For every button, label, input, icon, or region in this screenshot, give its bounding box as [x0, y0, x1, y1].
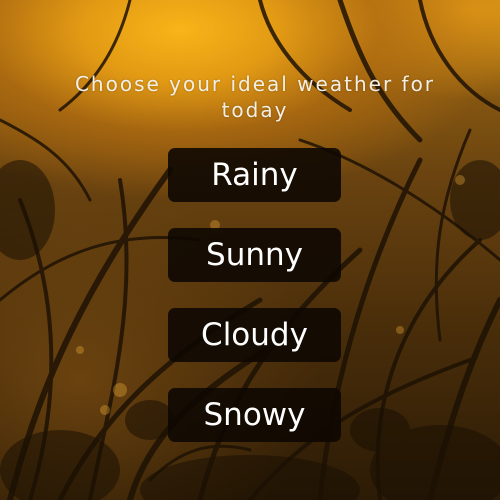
weather-prompt-heading: Choose your ideal weather for today	[74, 72, 436, 122]
option-sunny-button[interactable]: Sunny	[168, 228, 341, 282]
option-snowy-button[interactable]: Snowy	[168, 388, 341, 442]
weather-options: Rainy Sunny Cloudy Snowy	[168, 148, 341, 468]
option-cloudy-button[interactable]: Cloudy	[168, 308, 341, 362]
option-rainy-button[interactable]: Rainy	[168, 148, 341, 202]
